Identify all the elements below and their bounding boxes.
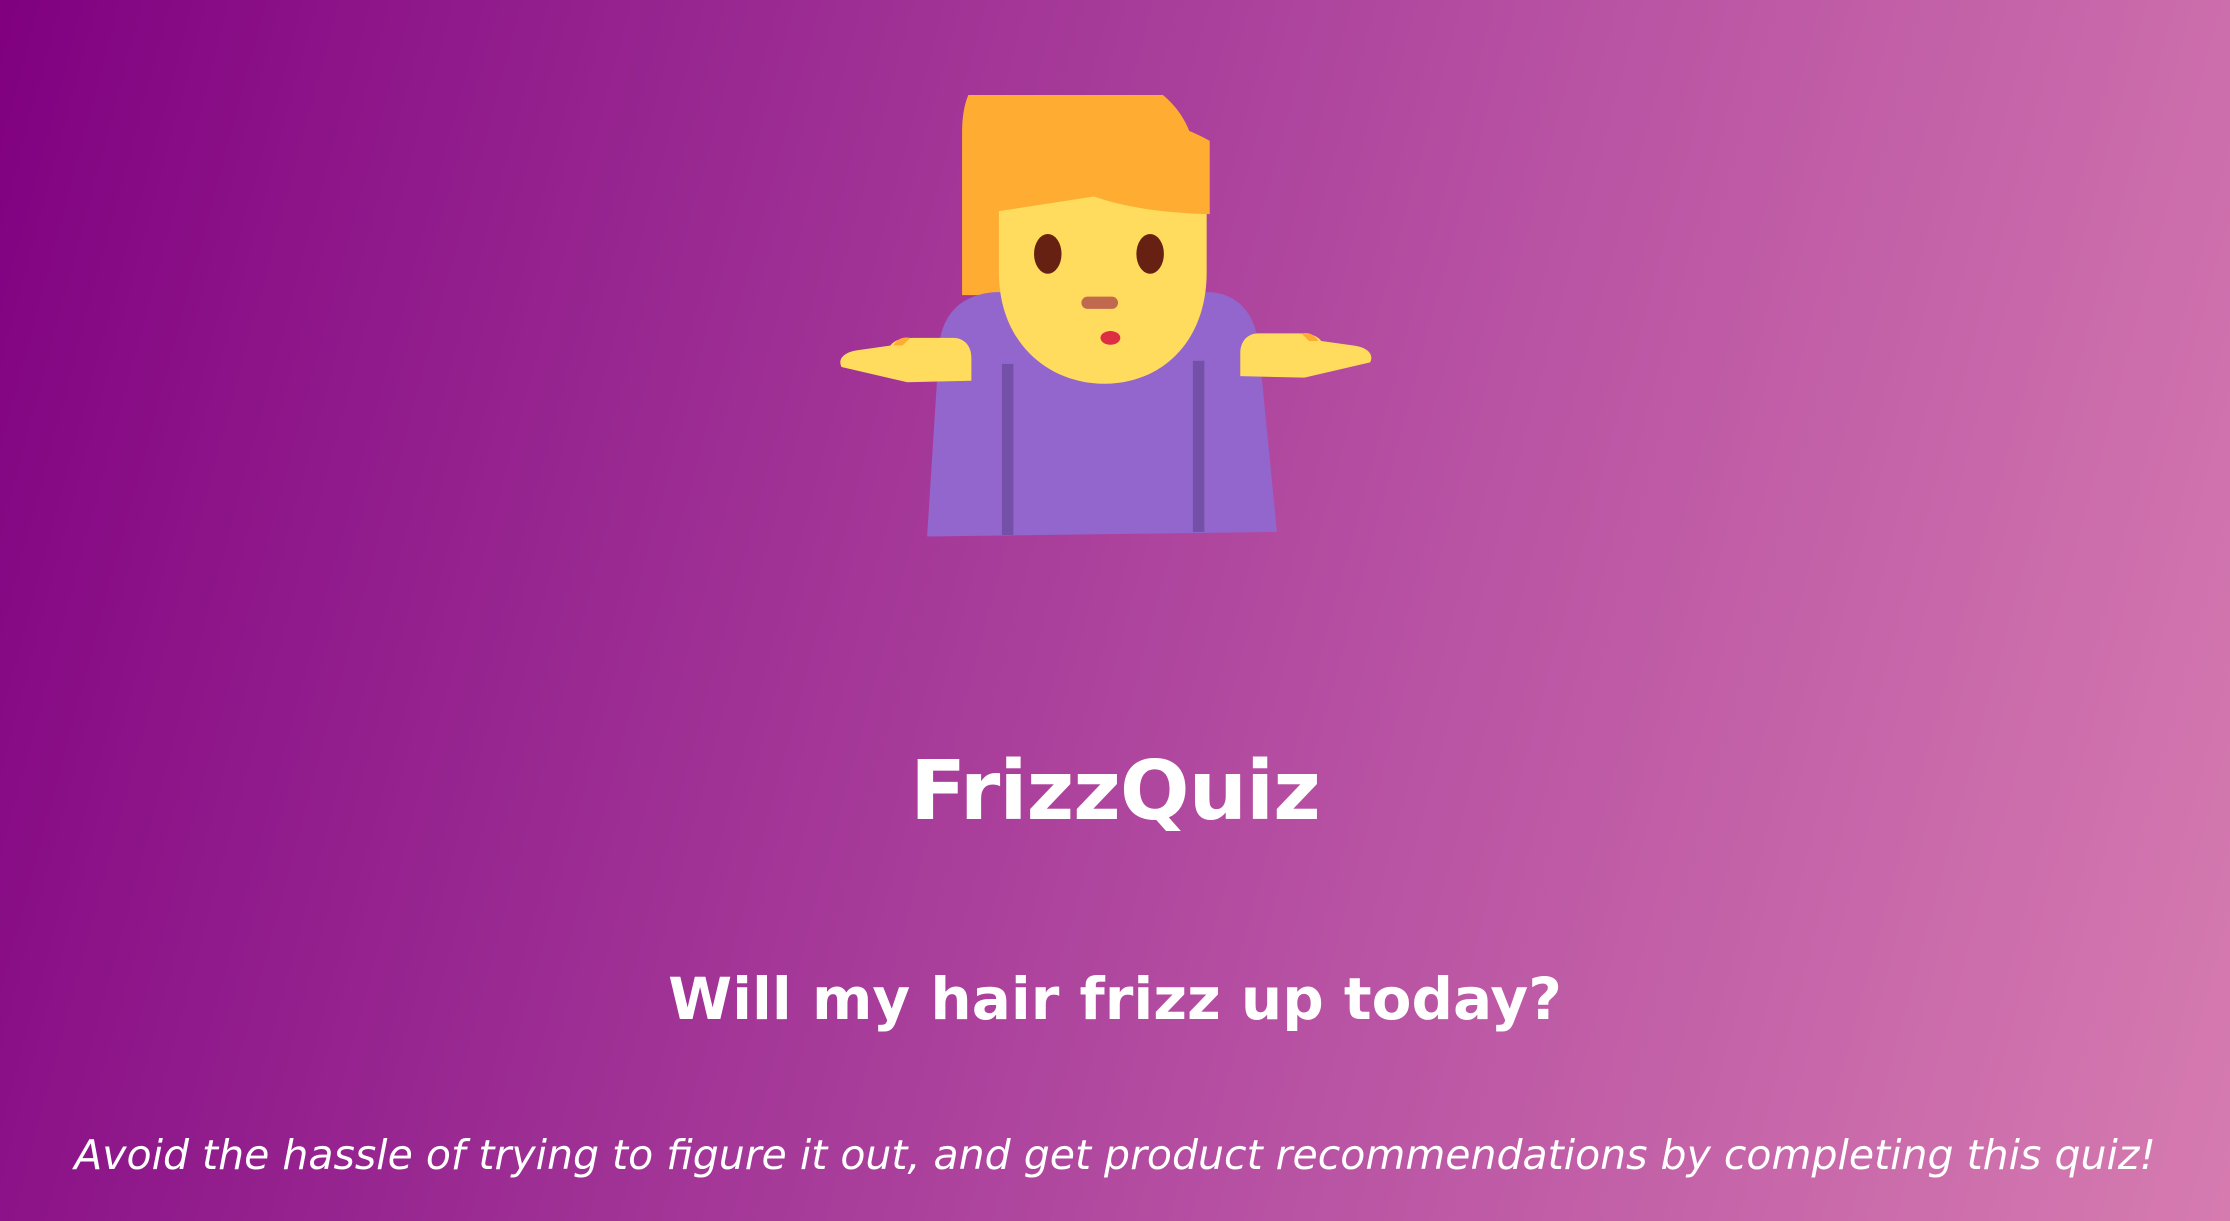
woman-shrugging-icon bbox=[840, 95, 1390, 645]
landing-page: FrizzQuiz Will my hair frizz up today? A… bbox=[0, 0, 2230, 1221]
headline: Will my hair frizz up today? bbox=[668, 965, 1562, 1034]
app-title: FrizzQuiz bbox=[910, 743, 1321, 839]
tagline: Avoid the hassle of trying to figure it … bbox=[74, 1131, 2156, 1179]
